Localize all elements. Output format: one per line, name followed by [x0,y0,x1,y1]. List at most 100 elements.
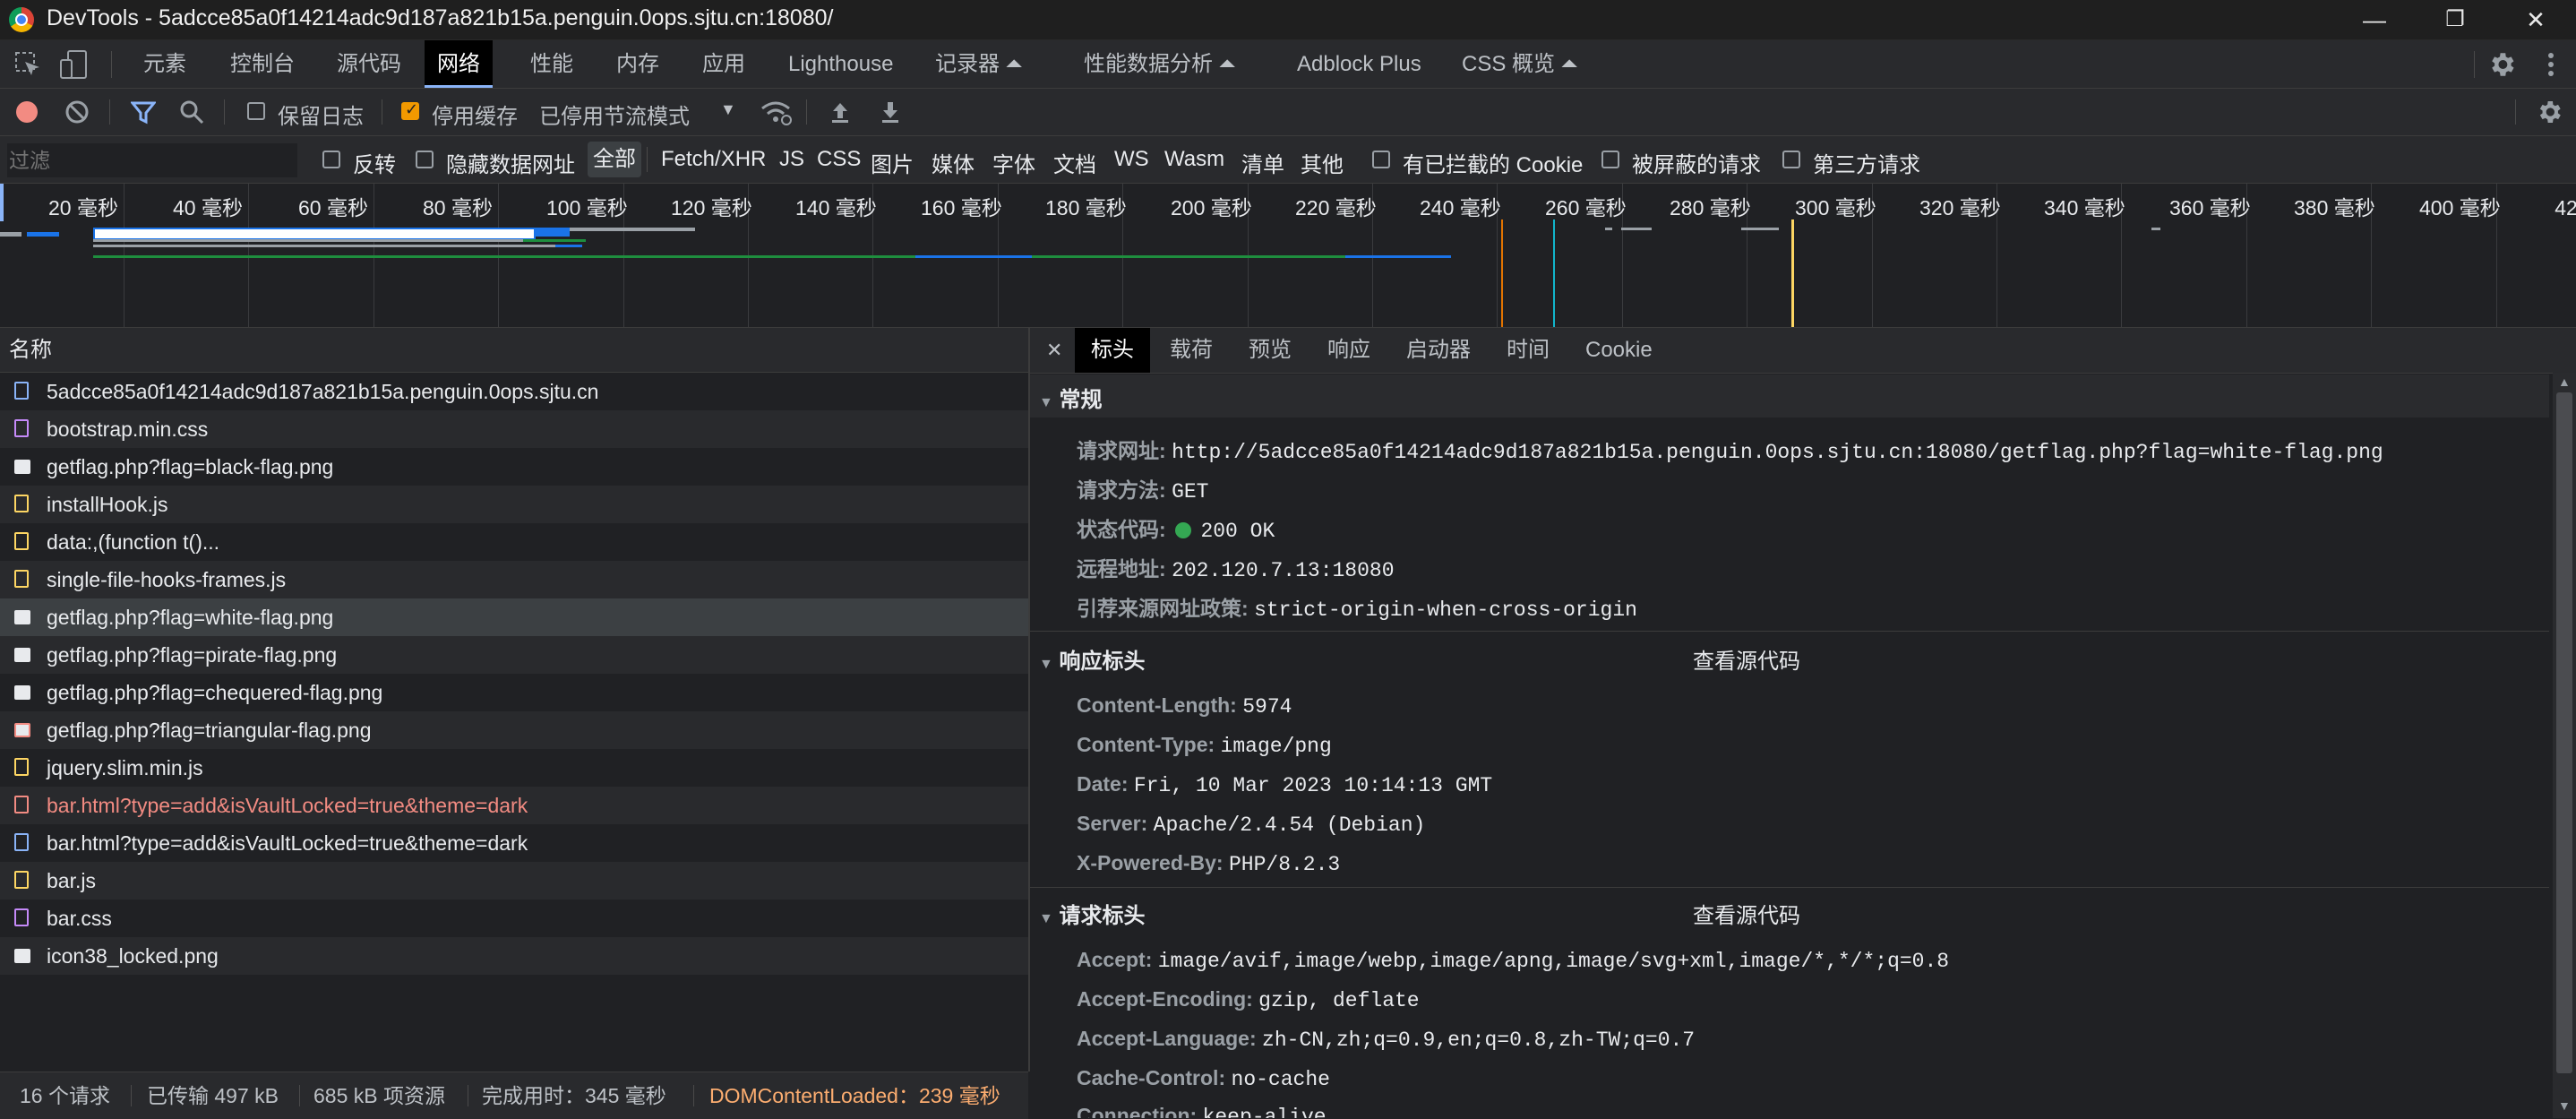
scroll-up-arrow-icon[interactable]: ▲ [2558,374,2571,389]
disable-cache-checkbox[interactable] [401,100,419,120]
request-row[interactable]: getflag.php?flag=triangular-flag.png [0,711,1028,749]
tab-performance-insights[interactable]: 性能数据分析 ⏶ [1084,40,1236,88]
tab-network[interactable]: 网络 [425,40,493,88]
invert-checkbox[interactable] [322,151,340,168]
hide-data-urls-checkbox[interactable] [416,151,434,168]
request-row[interactable]: data:,(function t()... [0,523,1028,561]
request-row[interactable]: getflag.php?flag=chequered-flag.png [0,674,1028,711]
filter-type-media[interactable]: 媒体 [932,147,975,178]
throttling-select[interactable]: 已停用节流模式 [539,99,690,130]
waterfall-bar [93,228,536,240]
filter-type-all[interactable]: 全部 [588,142,641,177]
import-har-icon[interactable] [828,99,853,125]
general-section-toggle[interactable]: ▼ 常规 [1039,382,1103,413]
transferred-size: 已传输 497 kB [147,1084,279,1107]
tab-initiator[interactable]: 启动器 [1406,328,1471,373]
tab-adblock-plus[interactable]: Adblock Plus [1297,40,1421,88]
header-key: 请求方法: [1077,478,1166,502]
tab-headers[interactable]: 标头 [1075,328,1150,373]
header-value: PHP/8.2.3 [1228,853,1341,876]
third-party-checkbox[interactable] [1782,151,1800,168]
more-options-icon[interactable] [2540,49,2562,80]
timeline-tick-label: 420 毫 [2555,196,2576,219]
devtools-tab-bar: 元素 控制台 源代码 网络 性能 内存 应用 Lighthouse 记录器 ⏶ … [0,40,2576,89]
name-column-header[interactable]: 名称 [0,328,1028,373]
header-key: Date: [1077,772,1129,796]
request-row[interactable]: getflag.php?flag=black-flag.png [0,448,1028,486]
scrollbar-thumb[interactable] [2556,392,2572,1073]
request-row[interactable]: 5adcce85a0f14214adc9d187a821b15a.penguin… [0,373,1028,410]
timeline-tick-label: 180 毫秒 [1045,196,1127,219]
filter-type-font[interactable]: 字体 [992,147,1035,178]
scroll-down-arrow-icon[interactable]: ▼ [2558,1098,2571,1113]
tab-console[interactable]: 控制台 [230,40,295,88]
header-key: 状态代码: [1077,518,1166,541]
general-section-header[interactable] [1030,374,2549,417]
request-row[interactable]: bar.css [0,900,1028,937]
response-headers-toggle[interactable]: ▼ 响应标头 [1039,643,1146,675]
tab-preview[interactable]: 预览 [1249,328,1292,373]
search-icon[interactable] [179,99,204,125]
tab-payload[interactable]: 载荷 [1170,328,1213,373]
export-har-icon[interactable] [878,99,903,125]
tab-elements[interactable]: 元素 [143,40,186,88]
filter-type-img[interactable]: 图片 [871,147,914,178]
tab-cookies[interactable]: Cookie [1585,328,1653,373]
tab-lighthouse[interactable]: Lighthouse [788,40,893,88]
tab-response[interactable]: 响应 [1327,328,1370,373]
request-row[interactable]: installHook.js [0,486,1028,523]
waterfall-bar [93,239,523,242]
request-headers-toggle[interactable]: ▼ 请求标头 [1039,898,1146,929]
filter-icon[interactable] [131,99,156,125]
throttling-dropdown-icon[interactable]: ▼ [720,100,736,119]
close-window-button[interactable]: ✕ [2495,0,2576,39]
tab-memory[interactable]: 内存 [616,40,659,88]
filter-type-manifest[interactable]: 清单 [1241,147,1284,178]
tab-application[interactable]: 应用 [702,40,745,88]
tab-sources[interactable]: 源代码 [337,40,401,88]
waterfall-bar [2151,228,2160,230]
request-row[interactable]: icon38_locked.png [0,937,1028,975]
timeline-start-handle[interactable] [0,184,4,221]
request-row[interactable]: getflag.php?flag=white-flag.png [0,598,1028,636]
clear-icon[interactable] [64,99,90,125]
response-view-source-link[interactable]: 查看源代码 [1693,643,1800,675]
tab-performance[interactable]: 性能 [530,40,573,88]
filter-type-doc[interactable]: 文档 [1053,147,1096,178]
chrome-logo-icon [9,7,34,32]
request-method-row: 请求方法: GET [1077,473,1208,504]
request-name: getflag.php?flag=pirate-flag.png [47,643,338,667]
request-row[interactable]: bar.js [0,862,1028,900]
request-view-source-link[interactable]: 查看源代码 [1693,898,1800,929]
tab-timing[interactable]: 时间 [1507,328,1550,373]
filter-type-js[interactable]: JS [779,147,804,172]
preserve-log-checkbox[interactable] [247,102,265,120]
timeline-overview[interactable]: 20 毫秒 40 毫秒 60 毫秒 80 毫秒 100 毫秒 120 毫秒 140 毫秒 16… [0,184,2576,328]
record-icon[interactable] [14,99,39,125]
network-conditions-icon[interactable] [760,98,792,126]
filter-type-other[interactable]: 其他 [1301,147,1344,178]
close-details-icon[interactable]: ✕ [1046,328,1062,373]
tab-recorder[interactable]: 记录器 ⏶ [935,40,1023,88]
request-row[interactable]: bootstrap.min.css [0,410,1028,448]
filter-input[interactable] [7,143,297,177]
request-row[interactable]: bar.html?type=add&isVaultLocked=true&the… [0,787,1028,824]
request-row[interactable]: getflag.php?flag=pirate-flag.png [0,636,1028,674]
filter-type-wasm[interactable]: Wasm [1164,147,1224,172]
blocked-requests-checkbox[interactable] [1601,151,1619,168]
restore-button[interactable]: ❐ [2415,0,2495,39]
details-scrollbar[interactable]: ▲ ▼ [2553,373,2576,1118]
filter-type-fetch-xhr[interactable]: Fetch/XHR [661,147,766,172]
tab-css-overview[interactable]: CSS 概览 ⏶ [1462,40,1578,88]
network-settings-icon[interactable] [2535,98,2563,126]
minimize-button[interactable]: — [2334,0,2415,39]
device-toolbar-icon[interactable] [59,49,90,80]
filter-type-ws[interactable]: WS [1114,147,1149,172]
blocked-cookies-checkbox[interactable] [1372,151,1390,168]
request-row[interactable]: jquery.slim.min.js [0,749,1028,787]
inspect-element-icon[interactable] [14,51,41,78]
filter-type-css[interactable]: CSS [817,147,861,172]
request-row[interactable]: bar.html?type=add&isVaultLocked=true&the… [0,824,1028,862]
settings-gear-icon[interactable] [2486,49,2517,80]
request-row[interactable]: single-file-hooks-frames.js [0,561,1028,598]
